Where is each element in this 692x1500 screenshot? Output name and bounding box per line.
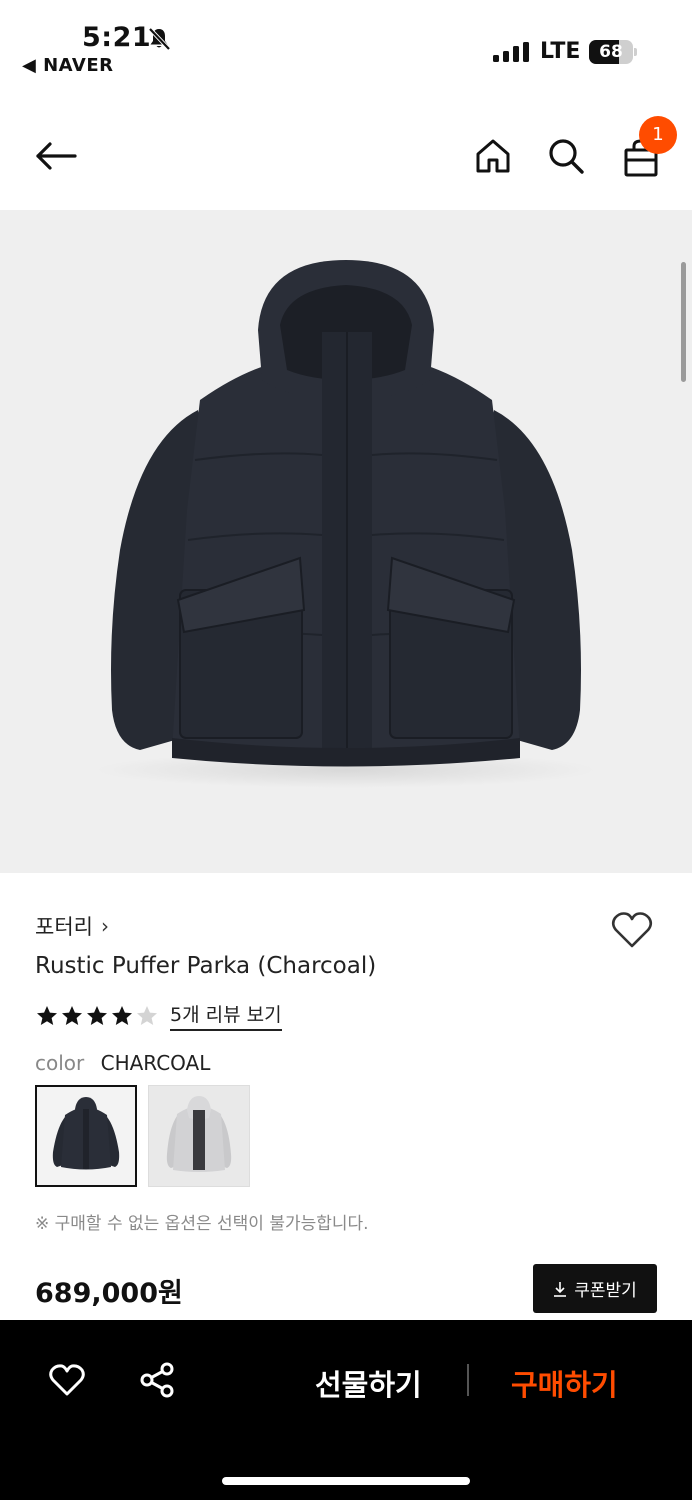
star-rating [35,1004,160,1028]
wishlist-button[interactable] [43,1356,91,1404]
heart-icon [49,1364,85,1396]
chevron-right-icon: › [100,914,109,938]
action-divider [467,1364,469,1396]
battery-icon: 68 [589,40,637,64]
color-row: color CHARCOAL [35,1051,210,1075]
status-bar: 5:21 ◀ NAVER LTE 68 [0,0,692,90]
color-swatch-charcoal[interactable] [35,1085,137,1187]
network-type: LTE [540,39,581,64]
star-filled-icon [112,1005,132,1025]
wishlist-heart-icon[interactable] [610,908,654,952]
cellular-signal-icon [493,42,529,62]
brand-link[interactable]: 포터리 › [35,911,109,941]
home-indicator[interactable] [222,1477,470,1485]
bottom-action-bar [0,1320,692,1500]
top-nav [0,110,692,206]
battery-level: 68 [599,42,623,62]
charcoal-jacket-thumbnail [37,1087,135,1185]
reviews-link[interactable]: 5개 리뷰 보기 [170,1000,282,1031]
bell-slash-icon [148,27,171,51]
color-swatch-gray[interactable] [148,1085,250,1187]
gray-jacket-thumbnail [149,1086,249,1186]
back-to-app-link[interactable]: ◀ NAVER [22,55,113,76]
option-notice: ※ 구매할 수 없는 옵션은 선택이 불가능합니다. [35,1214,369,1234]
cart-count-badge: 1 [639,116,677,154]
star-filled-icon [62,1005,82,1025]
coupon-button[interactable]: 쿠폰받기 [533,1264,657,1313]
back-button[interactable] [32,132,80,180]
star-empty-icon [137,1005,157,1025]
arrow-left-icon [36,142,77,170]
star-filled-icon [87,1005,107,1025]
gift-button[interactable]: 선물하기 [315,1362,422,1404]
search-button[interactable] [542,132,590,180]
search-icon [549,139,584,174]
page-scrollbar[interactable] [681,262,686,382]
home-button[interactable] [469,132,517,180]
color-value: CHARCOAL [100,1051,211,1075]
color-label: color [35,1051,85,1075]
star-filled-icon [37,1005,57,1025]
home-icon [476,139,510,173]
brand-name: 포터리 [35,915,93,939]
share-button[interactable] [133,1356,181,1404]
puffer-jacket-image [96,260,596,788]
rating-row: 5개 리뷰 보기 [35,1000,282,1031]
product-image[interactable] [0,210,692,873]
share-icon [140,1362,174,1398]
product-title: Rustic Puffer Parka (Charcoal) [35,953,377,979]
buy-button[interactable]: 구매하기 [511,1362,618,1404]
download-icon [554,1281,567,1297]
coupon-label: 쿠폰받기 [574,1281,637,1301]
status-time: 5:21 [82,22,152,53]
product-price: 689,000원 [35,1278,183,1309]
